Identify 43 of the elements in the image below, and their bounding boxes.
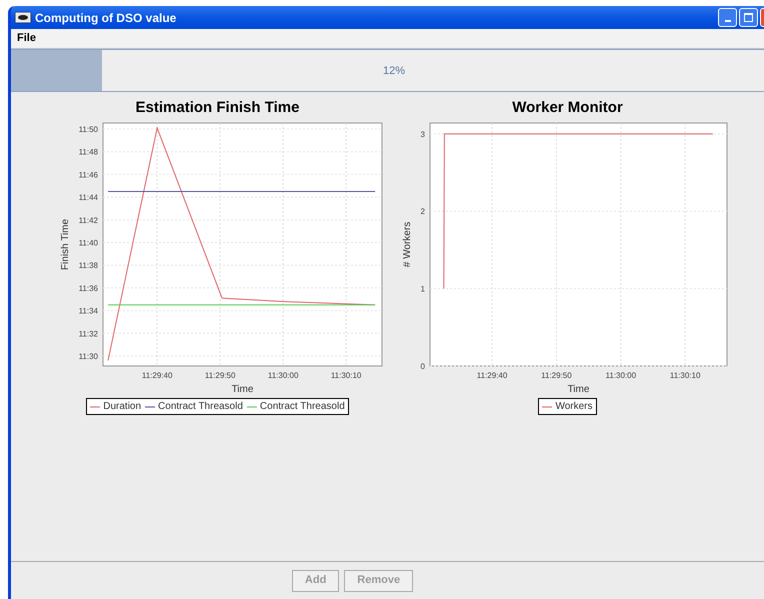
y-tick-label: 3 [420, 130, 425, 139]
y-tick-label: 11:44 [78, 193, 98, 202]
y-tick-label: 11:48 [78, 148, 98, 157]
chart-title: Worker Monitor [512, 98, 623, 118]
y-tick-label: 11:30 [78, 352, 98, 361]
x-tick-label: 11:29:50 [541, 371, 572, 380]
legend-label: Duration [103, 400, 142, 414]
x-tick-label: 11:30:00 [606, 371, 636, 380]
chart-title: Estimation Finish Time [136, 98, 300, 118]
x-axis-title: Time [232, 384, 254, 395]
menu-item[interactable]: File [15, 30, 38, 47]
x-tick-label: 11:30:10 [670, 371, 700, 380]
legend-line-icon [542, 406, 552, 408]
progress-label: 12% [383, 64, 406, 79]
legend-line-icon [246, 406, 257, 408]
maximize-button[interactable] [739, 8, 758, 27]
y-tick-label: 1 [420, 284, 425, 294]
x-tick-label: 11:29:40 [476, 371, 508, 380]
y-axis-title: Finish Time [60, 218, 71, 270]
y-tick-label: 11:42 [78, 216, 98, 225]
x-tick-label: 11:29:50 [204, 371, 236, 380]
x-tick-label: 11:29:40 [142, 371, 172, 380]
y-tick-label: 11:40 [78, 238, 98, 248]
x-tick-label: 11:30:10 [330, 371, 362, 380]
y-axis-title: # Workers [402, 222, 413, 268]
y-tick-label: 11:38 [78, 261, 98, 270]
minimize-button[interactable] [718, 8, 737, 27]
window-title: Computing of DSO value [35, 10, 176, 26]
y-tick-label: 11:32 [78, 329, 98, 338]
legend-line-icon [145, 406, 156, 408]
x-tick-label: 11:30:00 [268, 371, 298, 380]
y-tick-label: 2 [420, 207, 425, 216]
y-tick-label: 11:50 [78, 125, 98, 134]
y-tick-label: 11:36 [78, 284, 98, 293]
legend-label: Contract Threasold [260, 400, 345, 414]
legend-label: Workers [555, 400, 593, 414]
x-axis-title: Time [568, 384, 590, 395]
y-tick-label: 11:46 [78, 170, 98, 180]
y-tick-label: 0 [420, 362, 425, 371]
app-icon [15, 12, 31, 23]
legend-line-icon [90, 406, 100, 408]
y-tick-label: 11:34 [78, 306, 98, 316]
legend-label: Contract Threasold [158, 400, 243, 414]
